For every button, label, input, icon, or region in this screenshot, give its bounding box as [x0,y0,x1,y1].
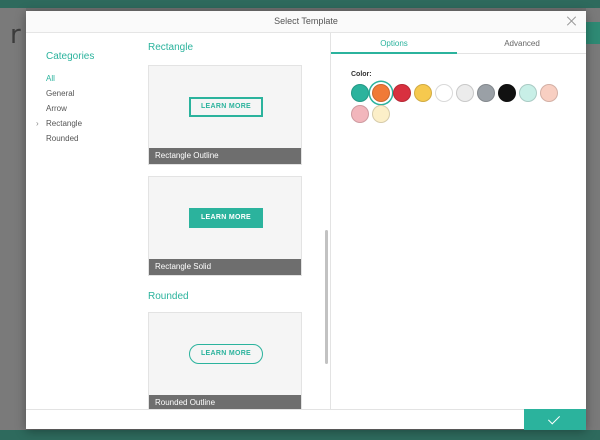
color-swatch[interactable] [372,84,390,102]
color-label: Color: [351,71,372,78]
tab-options[interactable]: Options [331,33,457,54]
template-caption: Rounded Outline [149,395,301,409]
chevron-right-icon: › [36,119,39,128]
templates-scrollbar[interactable] [325,230,328,364]
dialog-header: Select Template [26,11,586,33]
template-caption: Rectangle Solid [149,259,301,275]
template-caption: Rectangle Outline [149,148,301,164]
background-bottom-bar [0,430,600,440]
tab-advanced[interactable]: Advanced [459,33,585,54]
preview-button-outline: LEARN MORE [189,97,263,117]
color-swatch[interactable] [372,105,390,123]
category-list: All General Arrow › Rectangle Rounded [36,71,83,146]
color-swatch[interactable] [519,84,537,102]
dialog-footer [26,409,586,430]
category-label: Arrow [46,104,67,113]
color-swatch[interactable] [393,84,411,102]
category-rectangle[interactable]: › Rectangle [36,116,83,131]
dialog-title: Select Template [274,16,338,26]
category-arrow[interactable]: Arrow [46,101,82,116]
close-icon[interactable] [566,15,578,27]
template-rectangle-outline[interactable]: LEARN MORE Rectangle Outline [148,65,302,165]
templates-list: Rectangle LEARN MORE Rectangle Outline L… [128,33,330,409]
color-swatch[interactable] [414,84,432,102]
check-icon [547,412,561,425]
categories-title: Categories [46,51,95,62]
color-swatch[interactable] [435,84,453,102]
color-swatch[interactable] [477,84,495,102]
panel-tabs: Options Advanced [331,33,586,54]
background-left-panel [0,8,26,440]
color-swatch[interactable] [456,84,474,102]
category-label: General [46,89,75,98]
preview-button-rounded: LEARN MORE [189,344,263,364]
category-rounded[interactable]: Rounded [46,131,82,146]
categories-panel: Categories All General Arrow › Rectangle … [26,33,128,409]
color-swatch[interactable] [540,84,558,102]
background-top-bar [0,0,600,8]
color-swatch[interactable] [498,84,516,102]
background-accent-block [586,22,600,44]
category-general[interactable]: General [46,86,82,101]
section-heading-rectangle: Rectangle [148,42,194,53]
category-all[interactable]: All [46,71,82,86]
background-right-panel [586,8,600,440]
select-template-dialog: Select Template Categories All General A… [26,11,586,430]
category-label: Rounded [46,134,79,143]
color-swatch[interactable] [351,105,369,123]
options-panel: Options Advanced Color: [331,33,586,409]
template-rounded-outline[interactable]: LEARN MORE Rounded Outline [148,312,302,409]
section-heading-rounded: Rounded [148,291,189,302]
color-swatch[interactable] [351,84,369,102]
category-label: All [46,74,55,83]
confirm-button[interactable] [524,409,586,430]
preview-button-solid: LEARN MORE [189,208,263,228]
background-glyph: r [10,20,21,50]
template-rectangle-solid[interactable]: LEARN MORE Rectangle Solid [148,176,302,276]
category-label: Rectangle [46,119,83,128]
